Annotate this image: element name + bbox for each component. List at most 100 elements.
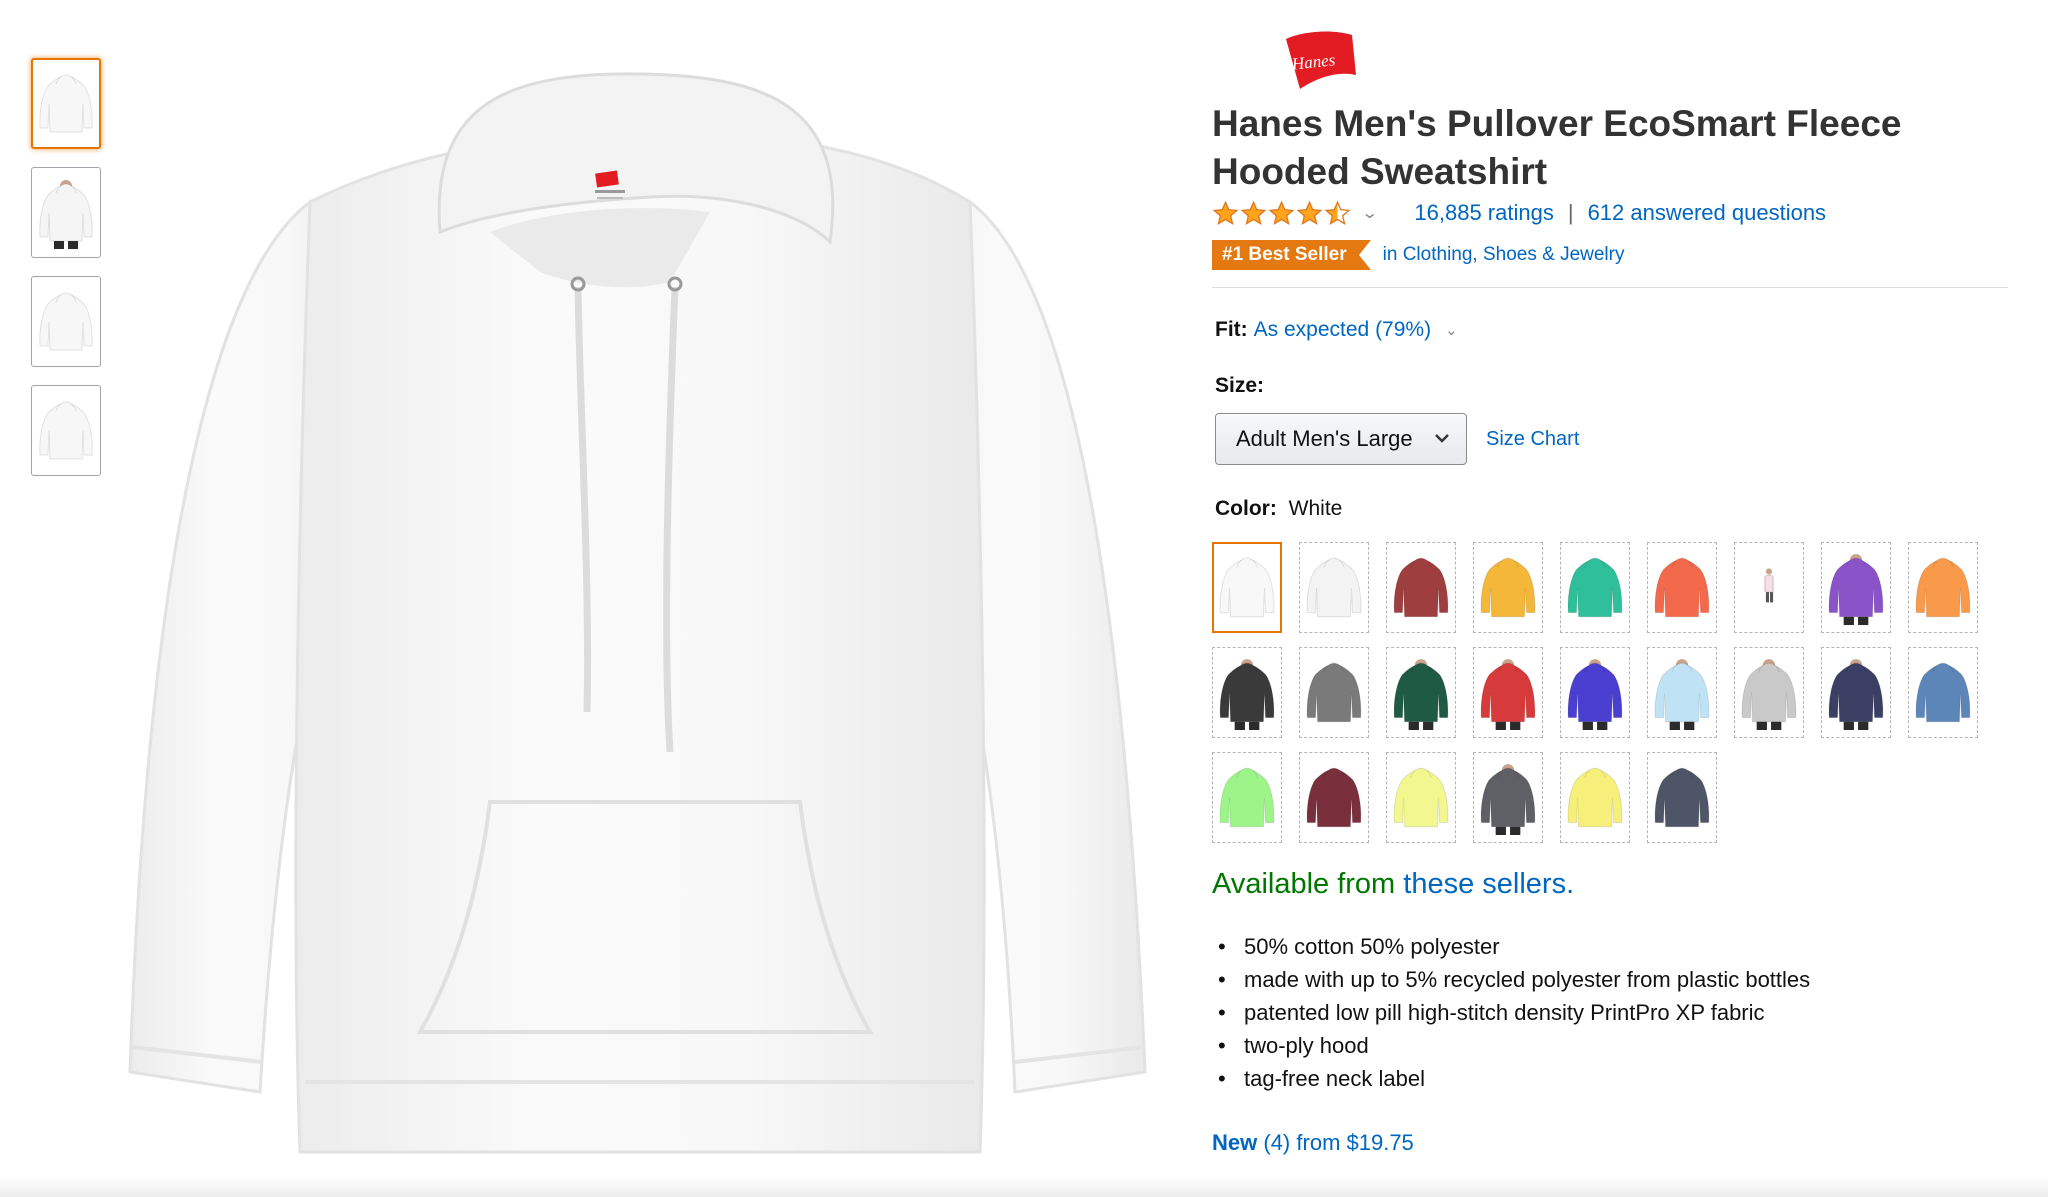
new-offers-label[interactable]: New xyxy=(1212,1130,1257,1155)
fit-row: Fit: As expected (79%) ⌄ xyxy=(1215,318,1458,342)
feature-bullets: 50% cotton 50% polyestermade with up to … xyxy=(1212,930,1810,1095)
feature-bullet: 50% cotton 50% polyester xyxy=(1212,930,1810,963)
availability-prefix: Available from xyxy=(1212,868,1396,900)
swatch-hoodie-image xyxy=(1828,553,1884,625)
availability: Available from these sellers. xyxy=(1212,868,1574,901)
swatch-hoodie-image xyxy=(1219,557,1275,617)
size-label: Size: xyxy=(1215,374,1265,397)
color-label-row: Color: White xyxy=(1215,497,1342,521)
color-swatch-16[interactable] xyxy=(1734,647,1804,738)
thumbnail-1[interactable] xyxy=(31,58,101,149)
best-seller-category-link[interactable]: in Clothing, Shoes & Jewelry xyxy=(1383,244,1625,266)
star-rating[interactable] xyxy=(1212,200,1351,227)
swatch-hoodie-image xyxy=(1654,658,1710,730)
feature-bullet: patented low pill high-stitch density Pr… xyxy=(1212,996,1810,1029)
swatch-hoodie-image xyxy=(1306,767,1362,827)
chevron-down-icon xyxy=(1435,434,1449,443)
color-swatch-9[interactable] xyxy=(1908,542,1978,633)
color-swatch-15[interactable] xyxy=(1647,647,1717,738)
size-dropdown[interactable]: Adult Men's Large xyxy=(1215,413,1467,465)
thumbnail-strip xyxy=(31,58,101,494)
color-swatch-21[interactable] xyxy=(1386,752,1456,843)
color-swatch-4[interactable] xyxy=(1473,542,1543,633)
color-selected-value: White xyxy=(1288,497,1343,520)
color-swatch-17[interactable] xyxy=(1821,647,1891,738)
color-swatch-8[interactable] xyxy=(1821,542,1891,633)
color-swatch-13[interactable] xyxy=(1473,647,1543,738)
feature-bullet: two-ply hood xyxy=(1212,1029,1810,1062)
star-half-icon xyxy=(1324,200,1351,225)
swatch-hoodie-image xyxy=(1393,767,1449,827)
swatch-hoodie-image xyxy=(1654,767,1710,827)
new-offers-count[interactable]: (4) xyxy=(1263,1130,1290,1155)
swatch-hoodie-image xyxy=(1764,567,1774,602)
best-seller-row: #1 Best Seller in Clothing, Shoes & Jewe… xyxy=(1212,240,1624,270)
color-swatch-5[interactable] xyxy=(1560,542,1630,633)
rating-row: ⌄ 16,885 ratings | 612 answered question… xyxy=(1212,198,1826,228)
swatch-hoodie-image xyxy=(1306,557,1362,617)
color-swatch-22[interactable] xyxy=(1473,752,1543,843)
color-swatch-12[interactable] xyxy=(1386,647,1456,738)
color-swatch-3[interactable] xyxy=(1386,542,1456,633)
swatch-hoodie-image xyxy=(1480,763,1536,835)
swatch-hoodie-image xyxy=(1741,658,1797,730)
star-full-icon xyxy=(1268,200,1295,225)
divider xyxy=(1212,287,2008,288)
color-swatch-11[interactable] xyxy=(1299,647,1369,738)
ratings-count-link[interactable]: 16,885 ratings xyxy=(1414,200,1553,226)
fit-chevron-icon[interactable]: ⌄ xyxy=(1445,321,1458,339)
swatch-hoodie-image xyxy=(1915,557,1971,617)
product-title: Hanes Men's Pullover EcoSmart Fleece Hoo… xyxy=(1212,103,1902,192)
fit-value-link[interactable]: As expected (79%) xyxy=(1254,318,1431,342)
swatch-hoodie-image xyxy=(1306,662,1362,722)
thumbnail-hoodie-image xyxy=(39,292,93,350)
swatch-hoodie-image xyxy=(1654,557,1710,617)
brand-logo[interactable]: Hanes xyxy=(1278,25,1360,95)
color-swatch-23[interactable] xyxy=(1560,752,1630,843)
color-swatch-grid xyxy=(1212,542,2012,843)
star-full-icon xyxy=(1296,200,1323,225)
new-offers-price[interactable]: from $19.75 xyxy=(1296,1130,1413,1155)
color-swatch-19[interactable] xyxy=(1212,752,1282,843)
color-swatch-2[interactable] xyxy=(1299,542,1369,633)
sellers-link[interactable]: these sellers. xyxy=(1403,868,1574,900)
swatch-hoodie-image xyxy=(1480,658,1536,730)
hoodie-illustration xyxy=(128,72,1147,1154)
new-offers-row: New (4) from $19.75 xyxy=(1212,1130,1414,1156)
size-selected-value: Adult Men's Large xyxy=(1236,426,1413,451)
swatch-hoodie-image xyxy=(1567,557,1623,617)
best-seller-badge[interactable]: #1 Best Seller xyxy=(1212,240,1371,270)
thumbnail-4[interactable] xyxy=(31,385,101,476)
swatch-hoodie-image xyxy=(1567,658,1623,730)
swatch-hoodie-image xyxy=(1219,658,1275,730)
color-label: Color: xyxy=(1215,497,1277,520)
main-product-image[interactable] xyxy=(110,62,1150,1192)
thumbnail-hoodie-image xyxy=(39,74,93,132)
rating-chevron-icon[interactable]: ⌄ xyxy=(1361,203,1378,223)
swatch-hoodie-image xyxy=(1567,767,1623,827)
color-swatch-24[interactable] xyxy=(1647,752,1717,843)
color-swatch-10[interactable] xyxy=(1212,647,1282,738)
swatch-hoodie-image xyxy=(1219,767,1275,827)
star-full-icon xyxy=(1240,200,1267,225)
star-full-icon xyxy=(1212,200,1239,225)
thumbnail-2[interactable] xyxy=(31,167,101,258)
color-swatch-14[interactable] xyxy=(1560,647,1630,738)
feature-bullet: tag-free neck label xyxy=(1212,1062,1810,1095)
fit-label: Fit: xyxy=(1215,318,1248,341)
thumbnail-3[interactable] xyxy=(31,276,101,367)
answered-questions-link[interactable]: 612 answered questions xyxy=(1588,200,1827,226)
feature-bullet: made with up to 5% recycled polyester fr… xyxy=(1212,963,1810,996)
color-swatch-6[interactable] xyxy=(1647,542,1717,633)
size-chart-link[interactable]: Size Chart xyxy=(1486,428,1579,451)
color-swatch-1[interactable] xyxy=(1212,542,1282,633)
swatch-hoodie-image xyxy=(1393,557,1449,617)
thumbnail-hoodie-image xyxy=(39,179,93,249)
thumbnail-hoodie-image xyxy=(39,401,93,459)
color-swatch-7[interactable] xyxy=(1734,542,1804,633)
color-swatch-18[interactable] xyxy=(1908,647,1978,738)
color-swatch-20[interactable] xyxy=(1299,752,1369,843)
swatch-hoodie-image xyxy=(1480,557,1536,617)
page-bottom-fade xyxy=(0,1176,2048,1197)
swatch-hoodie-image xyxy=(1828,658,1884,730)
